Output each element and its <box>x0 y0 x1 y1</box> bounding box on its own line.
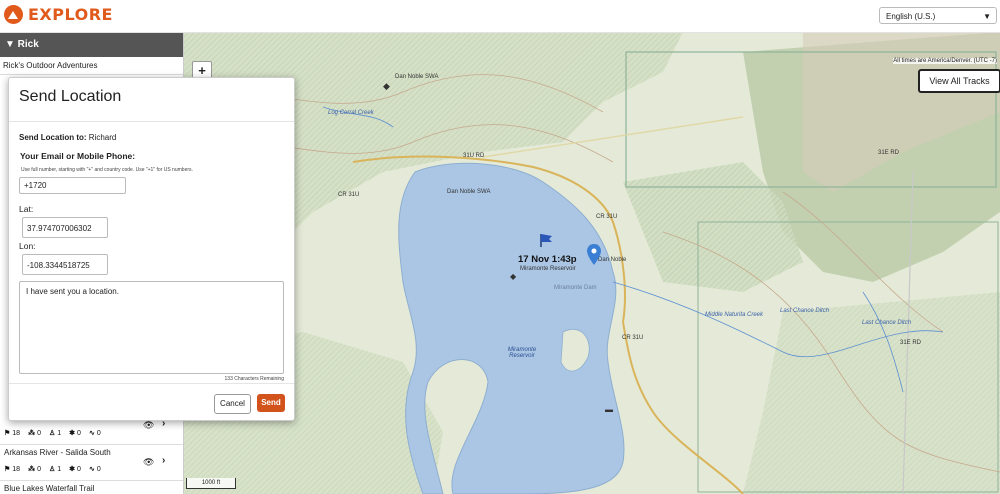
map-label-31e-rd-b: 31E RD <box>900 340 922 346</box>
person-stat: ✱ 0 <box>69 466 81 473</box>
location-pin-icon[interactable] <box>586 243 602 267</box>
map-label-cr-31u: CR 31U <box>338 192 360 198</box>
fish-icon: ◆ <box>510 272 517 281</box>
map-label-log-corral-creek: Log Corral Creek <box>328 110 374 116</box>
group-icon: ♙ <box>48 466 56 473</box>
language-select[interactable]: English (U.S.) ▼ <box>879 7 997 24</box>
route-stat: ∿ 0 <box>88 466 101 473</box>
lon-label: Lon: <box>19 241 36 251</box>
person-stat: ✱ 0 <box>69 430 81 437</box>
map-label-miramonte-reservoir: Miramonte Reservoir <box>507 347 537 359</box>
footprint-stat: ⁂ 0 <box>28 430 41 437</box>
group-stat: ♙ 1 <box>48 430 62 437</box>
marker-time-label: 17 Nov 1:43p <box>518 254 577 265</box>
eye-icon[interactable]: 👁 <box>143 420 154 431</box>
track-item[interactable]: Blue Lakes Waterfall Trail <box>0 480 183 494</box>
divider <box>9 121 294 122</box>
send-to-name: Richard <box>88 133 117 142</box>
route-stat: ∿ 0 <box>88 430 101 437</box>
map-label-miramonte-dam: Miramonte Dam <box>554 285 597 291</box>
logo[interactable]: EXPLORE <box>4 5 113 24</box>
logo-text: EXPLORE <box>28 5 113 24</box>
group-icon: ♙ <box>48 430 56 437</box>
sidebar-company-name: Rick's Outdoor Adventures <box>0 57 183 75</box>
footprint-stat: ⁂ 0 <box>28 466 41 473</box>
send-location-dialog: Send Location Send Location to: Richard … <box>8 77 295 421</box>
map-label-dan-noble-swa: Dan Noble SWA <box>447 189 491 195</box>
flag-stat: ⚑ 18 <box>4 430 21 437</box>
footprints-icon: ⁂ <box>28 430 36 437</box>
lat-label: Lat: <box>19 204 34 214</box>
email-phone-input[interactable]: +1720 <box>19 177 126 194</box>
map-scale: 1000 ft <box>186 478 236 489</box>
language-select-value: English (U.S.) <box>886 12 936 21</box>
map-label-miramonte-reservoir-pt: Miramonte Reservoir <box>520 266 576 272</box>
map-label-dan-noble: Dan Noble <box>598 257 627 263</box>
send-to-line: Send Location to: Richard <box>19 133 116 142</box>
track-stats: ⚑ 18 ⁂ 0 ♙ 1 ✱ 0 ∿ 0 <box>4 465 101 473</box>
track-stats: ⚑ 18 ⁂ 0 ♙ 1 ✱ 0 ∿ 0 <box>4 429 101 437</box>
chevron-right-icon[interactable]: › <box>162 455 165 466</box>
boat-icon: ▬ <box>605 405 613 414</box>
chevron-down-icon: ▼ <box>983 12 991 21</box>
send-button[interactable]: Send <box>257 394 285 412</box>
map-label-31e-rd: 31E RD <box>878 150 900 156</box>
message-textarea[interactable]: I have sent you a location. <box>19 281 284 374</box>
timezone-note: All times are America/Denver. (UTC -7) <box>893 58 997 64</box>
route-icon: ∿ <box>88 466 95 473</box>
map-label-dan-noble-swa-top: Dan Noble SWA <box>395 74 439 80</box>
sidebar-user-toggle[interactable]: ▼ Rick <box>0 32 183 57</box>
logo-icon <box>4 5 23 24</box>
eye-icon[interactable]: 👁 <box>143 457 154 468</box>
divider <box>9 383 294 384</box>
lon-input[interactable]: -108.3344518725 <box>22 254 108 275</box>
fish-icon: ◆ <box>383 81 390 91</box>
map-label-cr-31u-c: CR 31U <box>622 335 644 341</box>
phone-help-text: Use full number, starting with "+" and c… <box>21 167 193 173</box>
route-icon: ∿ <box>88 430 95 437</box>
lat-input[interactable]: 37.974707006302 <box>22 217 108 238</box>
map-label-last-chance-ditch: Last Chance Ditch <box>780 308 830 314</box>
person-icon: ✱ <box>69 466 76 473</box>
track-name: Arkansas River - Salida South <box>4 448 111 457</box>
flag-icon: ⚑ <box>4 430 11 437</box>
map-label-cr-31u-b: CR 31U <box>596 214 618 220</box>
footprints-icon: ⁂ <box>28 466 36 473</box>
track-name: Blue Lakes Waterfall Trail <box>4 484 95 493</box>
view-all-tracks-button[interactable]: View All Tracks <box>918 69 1000 93</box>
cancel-button[interactable]: Cancel <box>214 394 251 414</box>
map-label-last-chance-ditch-b: Last Chance Ditch <box>862 320 912 326</box>
dialog-title: Send Location <box>19 88 122 105</box>
group-stat: ♙ 1 <box>48 466 62 473</box>
flag-marker-icon[interactable] <box>538 232 554 248</box>
top-bar: EXPLORE English (U.S.) ▼ <box>0 0 1000 33</box>
characters-remaining: 133 Characters Remaining <box>224 376 284 382</box>
flag-icon: ⚑ <box>4 466 11 473</box>
flag-stat: ⚑ 18 <box>4 466 21 473</box>
track-item[interactable]: Arkansas River - Salida South 👁 › ⚑ 18 ⁂ 0… <box>0 444 183 485</box>
person-icon: ✱ <box>69 430 76 437</box>
send-to-label: Send Location to: <box>19 133 87 142</box>
map-label-31u-rd: 31U RD <box>463 153 485 159</box>
email-phone-label: Your Email or Mobile Phone: <box>20 151 136 161</box>
map-label-middle-naturita-creek: Middle Naturita Creek <box>705 312 764 318</box>
